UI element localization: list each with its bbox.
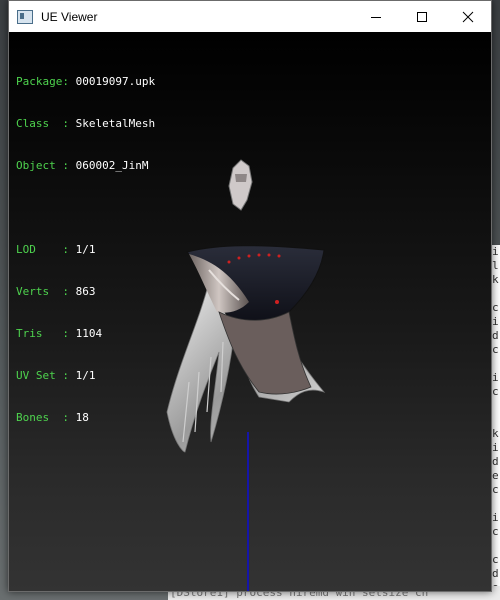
info-row-uvset: UV Set : 1/1 bbox=[16, 369, 96, 382]
close-button[interactable] bbox=[445, 1, 491, 32]
info-row-object: Object : 060002_JinM bbox=[16, 159, 149, 172]
skeletal-mesh-model bbox=[166, 159, 326, 453]
ue-viewer-window[interactable]: UE Viewer Package: 00019097.upk Class: … bbox=[8, 0, 492, 592]
info-row-verts: Verts : 863 bbox=[16, 285, 96, 298]
mesh-info-overlay: Package: 00019097.upk Class : SkeletalMe… bbox=[16, 47, 155, 453]
3d-viewport[interactable]: Package: 00019097.upk Class : SkeletalMe… bbox=[9, 32, 491, 591]
minimize-button[interactable] bbox=[353, 1, 399, 32]
title-bar[interactable]: UE Viewer bbox=[9, 1, 491, 32]
app-icon bbox=[17, 9, 33, 24]
minimize-icon bbox=[371, 16, 381, 18]
info-row-bones: Bones : 18 bbox=[16, 411, 89, 424]
info-row-lod: LOD : 1/1 bbox=[16, 243, 96, 256]
window-title: UE Viewer bbox=[41, 9, 98, 24]
info-row-package: Package: 00019097.upk bbox=[16, 75, 156, 88]
y-axis-gizmo-line bbox=[247, 432, 249, 591]
close-icon bbox=[462, 11, 474, 22]
window-controls bbox=[353, 1, 491, 32]
info-row-class: Class : SkeletalMesh bbox=[16, 117, 156, 130]
maximize-icon bbox=[417, 11, 427, 22]
maximize-button[interactable] bbox=[399, 1, 445, 32]
info-row-tris: Tris : 1104 bbox=[16, 327, 103, 340]
